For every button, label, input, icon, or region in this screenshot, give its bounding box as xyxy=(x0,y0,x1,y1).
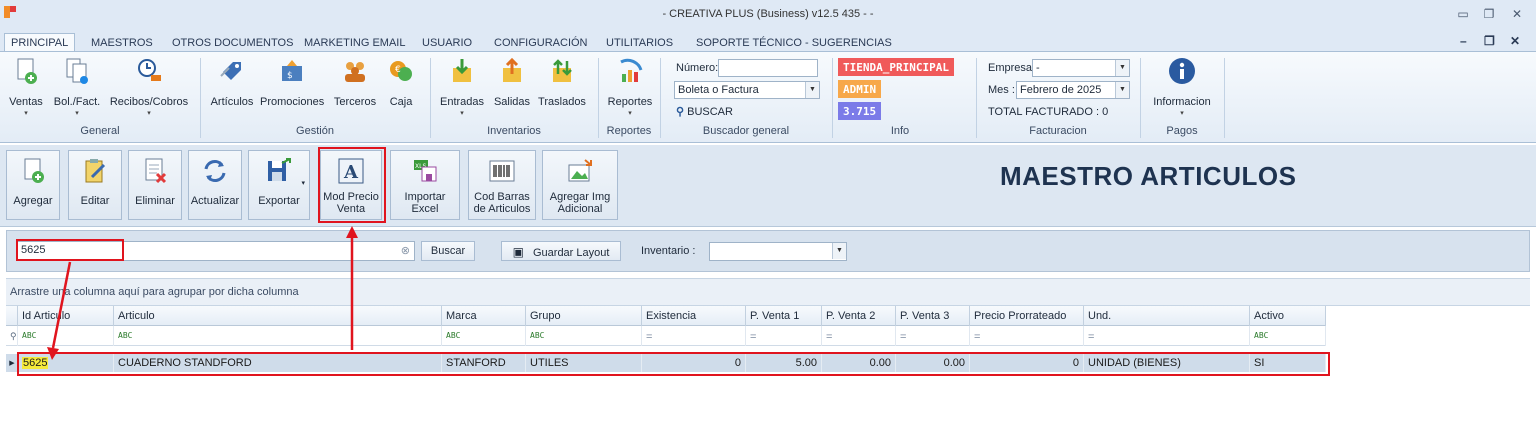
annotation-arrows xyxy=(47,226,358,360)
annotation-arrowhead-down xyxy=(47,347,59,360)
annotation-arrow-down xyxy=(51,261,72,349)
annotation-arrowhead-up xyxy=(346,226,358,238)
